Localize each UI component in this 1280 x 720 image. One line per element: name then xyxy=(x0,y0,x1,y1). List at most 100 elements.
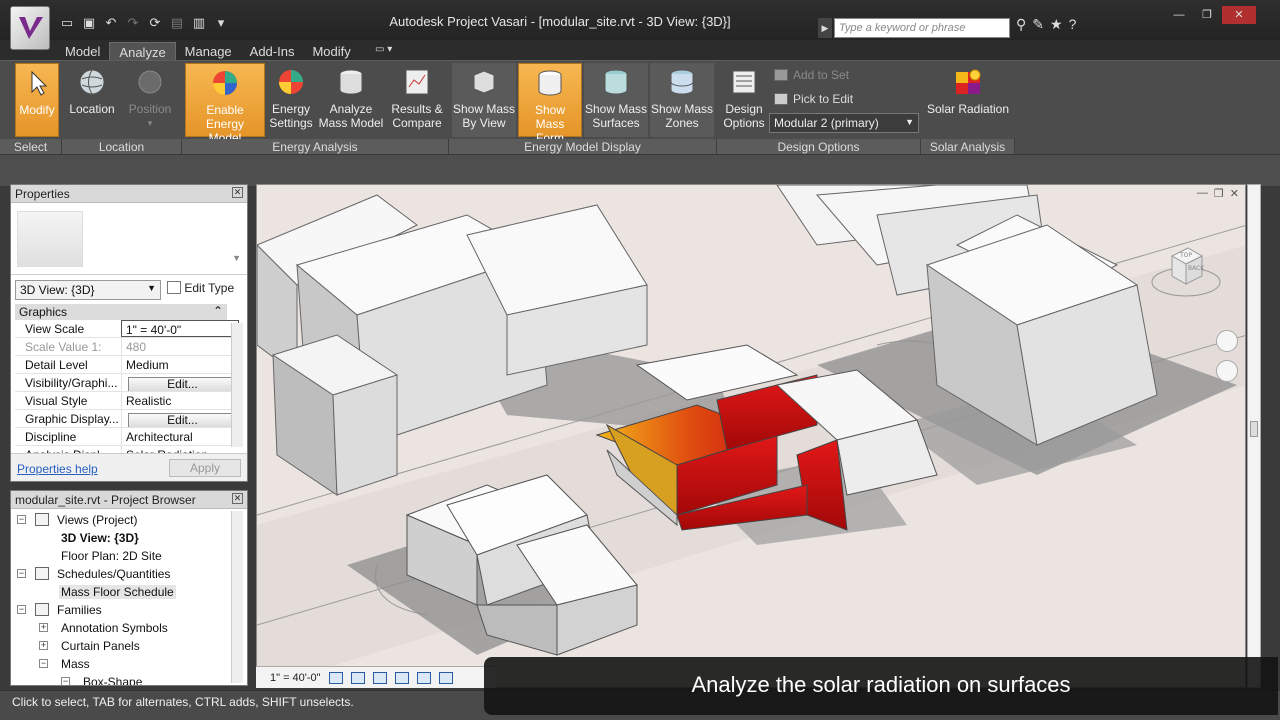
visual-style-icon[interactable] xyxy=(350,671,365,684)
qat-dropdown-icon[interactable]: ▾ xyxy=(212,15,230,31)
steering-wheel-icon[interactable] xyxy=(1216,330,1238,352)
graphic-display-edit-button[interactable]: Edit... xyxy=(128,413,237,427)
tree-node-mass-floor-schedule[interactable]: Mass Floor Schedule xyxy=(15,583,235,601)
zoom-icon[interactable] xyxy=(1216,360,1238,382)
apply-button[interactable]: Apply xyxy=(169,459,241,477)
graphics-group-header[interactable]: Graphics ⌃ xyxy=(15,304,227,320)
show-mass-form-button[interactable]: Show Mass Form xyxy=(518,63,582,145)
panel-energy-model-display: Show Mass By View Show Mass Form Show Ma… xyxy=(449,61,717,155)
crop-view-icon[interactable] xyxy=(416,671,431,684)
tree-node-mass[interactable]: − Mass xyxy=(15,655,235,673)
redo-icon[interactable]: ↷ xyxy=(124,15,142,31)
favorites-star-icon[interactable]: ★ xyxy=(1050,16,1063,33)
maximize-icon[interactable]: ❐ xyxy=(1194,6,1220,24)
close-icon[interactable]: ✕ xyxy=(1230,187,1239,200)
enable-energy-model-button[interactable]: Enable Energy Model xyxy=(185,63,265,145)
detail-level-value[interactable]: Medium xyxy=(121,356,239,373)
position-button[interactable]: Position ▾ xyxy=(122,63,178,137)
view-scale-label[interactable]: 1" = 40'-0" xyxy=(270,672,321,684)
vasari-logo-icon xyxy=(19,17,43,39)
property-row: Scale Value 1: 480 xyxy=(15,338,239,356)
application-menu-button[interactable] xyxy=(10,6,50,50)
sync-icon[interactable]: ⟳ xyxy=(146,15,164,31)
3d-viewport[interactable]: — ❐ ✕ xyxy=(256,184,1246,688)
tab-add-ins[interactable]: Add-Ins xyxy=(241,42,304,60)
tab-manage[interactable]: Manage xyxy=(176,42,241,60)
view-scale-input[interactable]: 1" = 40'-0" xyxy=(121,320,239,337)
binoculars-icon[interactable]: ⚲ xyxy=(1016,16,1026,33)
type-selector-preview[interactable]: ▼ xyxy=(11,203,247,275)
show-mass-surfaces-button[interactable]: Show Mass Surfaces xyxy=(584,63,648,137)
viewcube-icon: TOP BACK xyxy=(1151,247,1221,297)
project-browser: modular_site.rvt - Project Browser ✕ − Vi… xyxy=(10,490,248,686)
temporary-hide-icon[interactable] xyxy=(438,671,453,684)
collapse-icon[interactable]: − xyxy=(39,659,48,668)
discipline-value[interactable]: Architectural xyxy=(121,428,239,445)
modify-button[interactable]: Modify xyxy=(15,63,59,137)
detail-level-icon[interactable] xyxy=(328,671,343,684)
scroll-thumb[interactable] xyxy=(1250,421,1258,437)
tree-node-schedules[interactable]: − Schedules/Quantities xyxy=(15,565,235,583)
browser-scrollbar[interactable] xyxy=(231,511,243,683)
tree-node-box-shape[interactable]: − Box-Shape xyxy=(15,673,235,685)
design-option-select[interactable]: Modular 2 (primary) ▼ xyxy=(769,113,919,133)
undo-icon[interactable]: ↶ xyxy=(102,15,120,31)
communication-icon[interactable]: ✎ xyxy=(1032,16,1044,33)
properties-help-link[interactable]: Properties help xyxy=(17,462,98,476)
open-icon[interactable]: ▭ xyxy=(58,15,76,31)
switch-windows-icon[interactable]: ▥ xyxy=(190,15,208,31)
edit-type-button[interactable]: Edit Type xyxy=(167,281,234,295)
help-icon[interactable]: ? xyxy=(1069,16,1077,33)
solar-radiation-button[interactable]: Solar Radiation xyxy=(925,63,1011,137)
properties-scrollbar[interactable] xyxy=(231,323,243,447)
show-mass-zones-button[interactable]: Show Mass Zones xyxy=(650,63,714,137)
search-expand-icon[interactable]: ▶ xyxy=(818,18,832,38)
tree-node-floor-plan[interactable]: Floor Plan: 2D Site xyxy=(15,547,235,565)
ribbon-options-icon[interactable]: ▭ ▾ xyxy=(375,44,392,55)
tab-model[interactable]: Model xyxy=(56,42,109,60)
tree-node-3d-view[interactable]: 3D View: {3D} xyxy=(15,529,235,547)
families-icon xyxy=(35,603,49,616)
minimize-icon[interactable]: — xyxy=(1197,187,1208,200)
search-input[interactable]: Type a keyword or phrase xyxy=(834,18,1010,38)
analyze-mass-model-button[interactable]: Analyze Mass Model xyxy=(316,63,386,137)
shadows-icon[interactable] xyxy=(394,671,409,684)
tree-node-annotation-symbols[interactable]: + Annotation Symbols xyxy=(15,619,235,637)
measure-icon[interactable]: ▤ xyxy=(168,15,186,31)
expand-icon[interactable]: + xyxy=(39,641,48,650)
pick-to-edit-button[interactable]: Pick to Edit xyxy=(774,92,853,106)
show-mass-by-view-button[interactable]: Show Mass By View xyxy=(452,63,516,137)
collapse-icon[interactable]: − xyxy=(17,515,26,524)
minimize-icon[interactable]: — xyxy=(1166,6,1192,24)
restore-icon[interactable]: ❐ xyxy=(1214,187,1224,200)
visual-style-value[interactable]: Realistic xyxy=(121,392,239,409)
view-type-select[interactable]: 3D View: {3D} ▼ xyxy=(15,280,161,300)
tree-node-families[interactable]: − Families xyxy=(15,601,235,619)
tree-node-curtain-panels[interactable]: + Curtain Panels xyxy=(15,637,235,655)
collapse-icon[interactable]: − xyxy=(17,569,26,578)
sun-path-icon[interactable] xyxy=(372,671,387,684)
design-options-button[interactable]: Design Options xyxy=(721,63,767,137)
results-compare-button[interactable]: Results & Compare xyxy=(388,63,446,137)
viewport-scrollbar[interactable] xyxy=(1247,184,1261,688)
energy-settings-button[interactable]: Energy Settings xyxy=(268,63,314,137)
ribbon-tab-bar: Model Analyze Manage Add-Ins Modify ▭ ▾ xyxy=(0,40,1280,60)
property-row: Visibility/Graphi... Edit... xyxy=(15,374,239,392)
tab-analyze[interactable]: Analyze xyxy=(109,42,176,60)
save-icon[interactable]: ▣ xyxy=(80,15,98,31)
panel-select-label: Select xyxy=(0,139,62,155)
chevron-down-icon[interactable]: ▼ xyxy=(232,253,241,263)
tree-node-views[interactable]: − Views (Project) xyxy=(15,511,235,529)
add-to-set-button[interactable]: Add to Set xyxy=(774,68,849,82)
expand-icon[interactable]: + xyxy=(39,623,48,632)
collapse-icon[interactable]: − xyxy=(17,605,26,614)
location-button[interactable]: Location xyxy=(66,63,118,137)
view-cube[interactable]: TOP BACK xyxy=(1150,238,1226,304)
close-icon[interactable]: ✕ xyxy=(232,187,243,198)
tab-modify[interactable]: Modify xyxy=(303,42,359,60)
visibility-edit-button[interactable]: Edit... xyxy=(128,377,237,391)
collapse-icon[interactable]: − xyxy=(61,677,70,685)
close-icon[interactable]: ✕ xyxy=(232,493,243,504)
infocenter-icons: ⚲ ✎ ★ ? xyxy=(1016,16,1076,33)
close-icon[interactable]: ✕ xyxy=(1222,6,1256,24)
